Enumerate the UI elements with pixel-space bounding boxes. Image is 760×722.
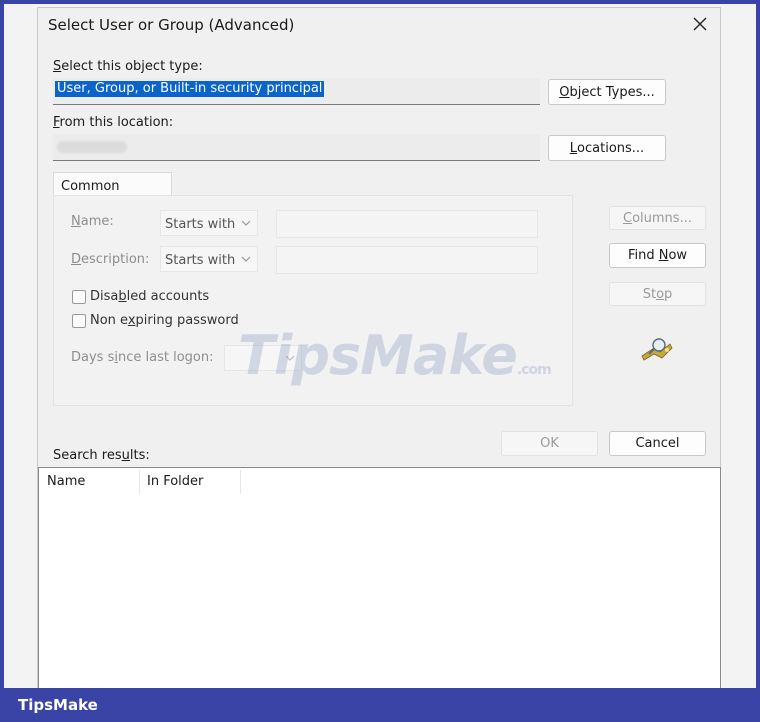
- object-type-value: User, Group, or Built-in security princi…: [55, 81, 325, 97]
- column-header-in-folder[interactable]: In Folder: [147, 474, 203, 489]
- description-label: Description:: [71, 252, 150, 267]
- chevron-down-icon: [241, 220, 251, 226]
- column-separator[interactable]: [240, 470, 241, 494]
- tipsmake-watermark: TipsMake.com: [238, 324, 552, 387]
- non-expiring-password-checkbox[interactable]: [72, 314, 86, 328]
- name-input[interactable]: [276, 210, 538, 238]
- stop-button[interactable]: St o p: [609, 282, 706, 306]
- object-type-field[interactable]: User, Group, or Built-in security princi…: [53, 78, 540, 105]
- dialog-title: Select User or Group (Advanced): [48, 16, 295, 34]
- days-since-logon-label: Days since last logon:: [71, 350, 214, 365]
- footer-brand: TipsMake: [18, 696, 98, 714]
- close-button[interactable]: [688, 12, 712, 36]
- search-binoculars-icon: [640, 336, 674, 366]
- chevron-down-icon: [241, 256, 251, 262]
- cancel-button[interactable]: Cancel: [609, 431, 706, 456]
- search-results-list[interactable]: Name In Folder: [38, 467, 721, 689]
- description-operator-select[interactable]: Starts with: [160, 246, 258, 272]
- column-separator[interactable]: [139, 470, 140, 494]
- location-field[interactable]: [53, 134, 540, 161]
- disabled-accounts-checkbox[interactable]: [72, 290, 86, 304]
- object-type-label: Select this object type:: [53, 59, 203, 74]
- location-value-blurred: [57, 141, 127, 153]
- ok-button[interactable]: OK: [501, 431, 598, 456]
- description-input[interactable]: [276, 246, 538, 274]
- non-expiring-password-label: Non expiring password: [90, 313, 239, 328]
- location-label: From this location:: [53, 115, 174, 130]
- footer-bar: [0, 688, 760, 722]
- close-icon: [693, 17, 707, 31]
- column-header-name[interactable]: Name: [47, 474, 85, 489]
- tab-common-queries[interactable]: Common Queries: [53, 172, 172, 209]
- disabled-accounts-label: Disabled accounts: [90, 289, 210, 304]
- search-results-label: Search results:: [53, 448, 150, 463]
- select-user-dialog: Select User or Group (Advanced) Select t…: [37, 7, 721, 689]
- name-label: Name:: [71, 214, 114, 229]
- find-now-button[interactable]: Find Now: [609, 243, 706, 268]
- columns-button[interactable]: Columns...: [609, 206, 706, 230]
- object-types-button[interactable]: Object Types...: [548, 79, 666, 105]
- name-operator-select[interactable]: Starts with: [160, 210, 258, 236]
- locations-button[interactable]: Locations...: [548, 135, 666, 161]
